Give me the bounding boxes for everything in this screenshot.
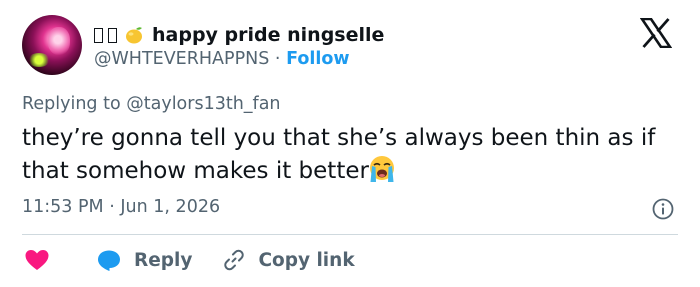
avatar-face [48, 27, 70, 55]
loudly-crying-face-icon [369, 156, 394, 182]
author-name-row[interactable]: happy pride ningselle [94, 22, 384, 48]
heart-icon[interactable] [24, 248, 50, 272]
action-bar: Reply Copy link [22, 246, 355, 274]
info-icon[interactable] [652, 198, 674, 220]
tweet-text: they’re gonna tell you that she’s always… [22, 123, 682, 187]
lemon-icon [126, 27, 142, 44]
replying-to-line: Replying to @taylors13th_fan [22, 94, 281, 114]
tweet-date: Jun 1, 2026 [120, 197, 221, 217]
reply-label: Reply [134, 249, 193, 271]
handle-row: @WHTEVERHAPPNS · Follow [94, 49, 350, 69]
missing-glyph-icon [108, 27, 117, 43]
tweet-time: 11:53 PM [22, 197, 104, 217]
reply-bubble-icon [98, 250, 120, 271]
timestamp-row[interactable]: 11:53 PM · Jun 1, 2026 [22, 197, 220, 217]
copy-link-label: Copy link [258, 249, 355, 271]
avatar-glow [28, 53, 50, 67]
missing-glyph-icon [94, 27, 103, 43]
follow-button[interactable]: Follow [286, 49, 349, 69]
tweet-body: they’re gonna tell you that she’s always… [22, 125, 656, 184]
author-handle[interactable]: @WHTEVERHAPPNS [94, 49, 269, 69]
divider [22, 234, 678, 235]
replying-to-mention[interactable]: @taylors13th_fan [126, 94, 280, 114]
link-icon [224, 249, 245, 271]
avatar[interactable] [22, 15, 82, 75]
reply-button[interactable]: Reply [50, 248, 192, 272]
meta-separator: · [109, 197, 115, 217]
x-logo-icon[interactable] [640, 18, 672, 48]
display-name[interactable]: happy pride ningselle [152, 24, 384, 46]
copy-link-button[interactable]: Copy link [192, 248, 355, 272]
replying-prefix: Replying to [22, 94, 121, 114]
handle-separator: · [274, 49, 281, 69]
